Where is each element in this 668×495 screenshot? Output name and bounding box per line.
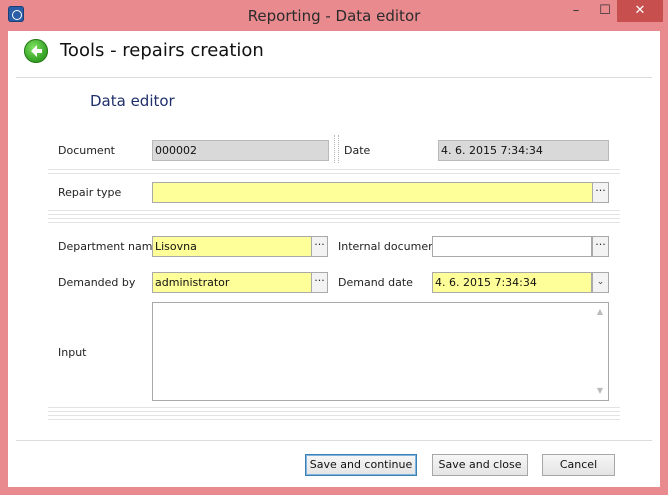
- cancel-button[interactable]: Cancel: [542, 454, 615, 476]
- footer-divider: [16, 440, 652, 441]
- row-separator: [48, 407, 620, 412]
- save-and-continue-button[interactable]: Save and continue: [305, 454, 417, 476]
- title-bar[interactable]: Reporting - Data editor – ☐ ✕: [0, 0, 668, 31]
- input-textarea[interactable]: ▲ ▼: [152, 302, 609, 401]
- demand-date-field[interactable]: 4. 6. 2015 7:34:34: [432, 272, 592, 293]
- header-divider: [16, 77, 652, 78]
- scroll-up-icon[interactable]: ▲: [594, 306, 606, 318]
- internal-document-field[interactable]: [432, 236, 592, 257]
- department-field[interactable]: Lisovna: [152, 236, 312, 257]
- client-area: Tools - repairs creation Data editor Doc…: [8, 31, 660, 487]
- department-label: Department name: [58, 240, 160, 253]
- internal-document-lookup-button[interactable]: ···: [592, 236, 609, 257]
- chevron-down-icon[interactable]: ⌄: [592, 272, 609, 293]
- document-label: Document: [58, 144, 115, 157]
- department-lookup-button[interactable]: ···: [311, 236, 328, 257]
- date-field[interactable]: 4. 6. 2015 7:34:34: [438, 140, 609, 161]
- minimize-button[interactable]: –: [565, 0, 587, 22]
- input-label: Input: [58, 346, 87, 359]
- row-separator: [48, 169, 620, 174]
- column-separator: [334, 135, 339, 163]
- row-separator: [48, 218, 620, 223]
- close-button[interactable]: ✕: [617, 0, 663, 22]
- scroll-down-icon[interactable]: ▼: [594, 385, 606, 397]
- section-title: Data editor: [90, 92, 175, 110]
- page-title: Tools - repairs creation: [60, 40, 264, 61]
- demand-date-label: Demand date: [338, 276, 413, 289]
- repair-type-label: Repair type: [58, 186, 122, 199]
- row-separator: [48, 415, 620, 420]
- row-separator: [48, 210, 620, 215]
- demanded-by-field[interactable]: administrator: [152, 272, 312, 293]
- repair-type-lookup-button[interactable]: ···: [592, 182, 609, 203]
- date-label: Date: [344, 144, 371, 157]
- demanded-by-lookup-button[interactable]: ···: [311, 272, 328, 293]
- app-window: Reporting - Data editor – ☐ ✕ Tools - re…: [0, 0, 668, 495]
- save-and-close-button[interactable]: Save and close: [432, 454, 528, 476]
- back-arrow-icon[interactable]: [24, 39, 48, 63]
- demanded-by-label: Demanded by: [58, 276, 136, 289]
- maximize-button[interactable]: ☐: [594, 0, 616, 22]
- internal-document-label: Internal document: [338, 240, 440, 253]
- repair-type-field[interactable]: [152, 182, 593, 203]
- document-field[interactable]: 000002: [152, 140, 329, 161]
